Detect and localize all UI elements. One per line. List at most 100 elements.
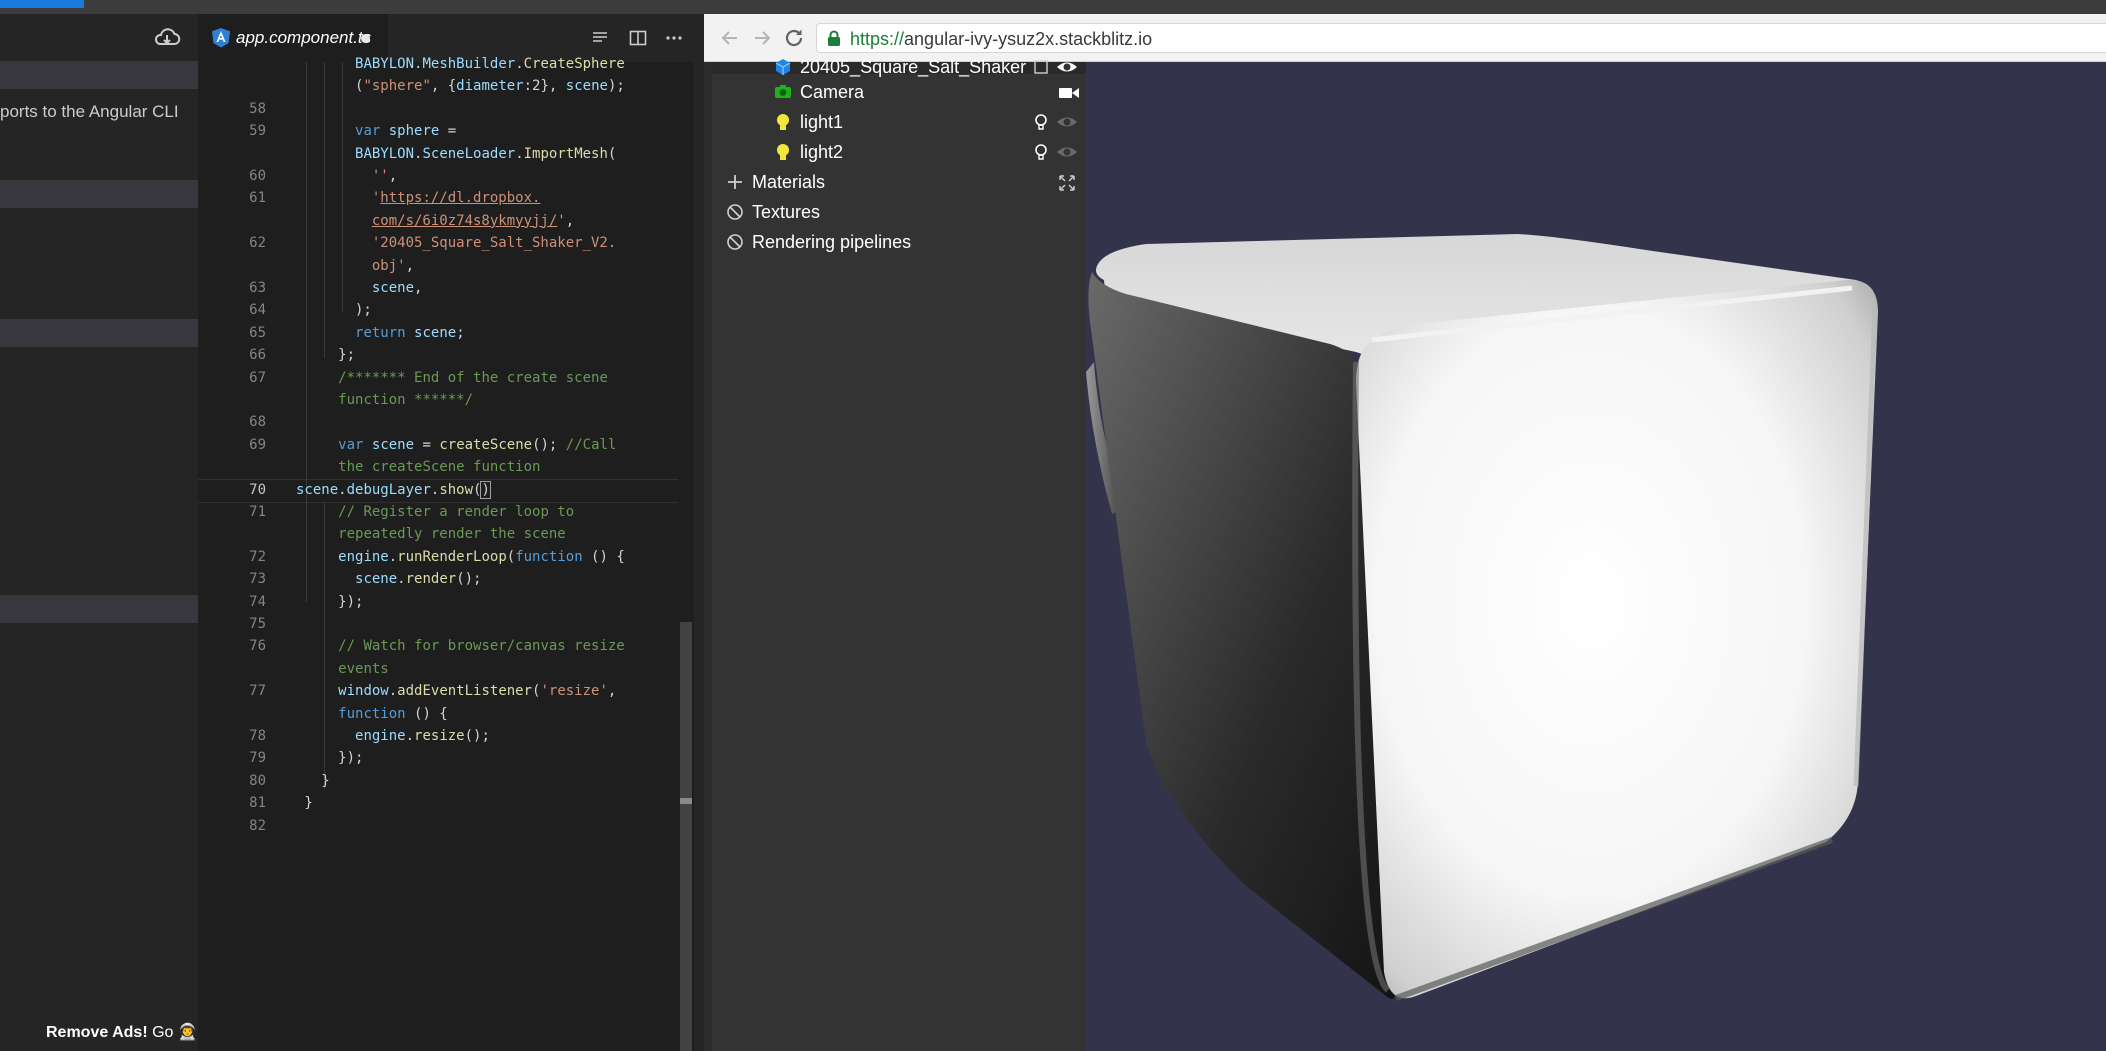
code-line[interactable]: function ******/	[296, 392, 473, 408]
eye-icon[interactable]	[1056, 58, 1078, 76]
code-line[interactable]: the createScene function	[296, 459, 540, 475]
line-number: 78	[249, 728, 266, 744]
scrollbar-thumb[interactable]	[680, 622, 692, 1051]
sidebar-row-highlight[interactable]	[0, 180, 198, 208]
reload-icon[interactable]	[782, 26, 806, 50]
forward-arrow-icon[interactable]	[750, 26, 774, 50]
code-line[interactable]: 'https://dl.dropbox.	[296, 190, 541, 206]
sidebar-row-highlight[interactable]	[0, 595, 198, 623]
sidebar-item-text[interactable]: ports to the Angular CLI	[0, 102, 198, 122]
mesh-icon	[775, 59, 791, 75]
more-actions-icon[interactable]	[664, 28, 684, 48]
tab-app-component[interactable]: app.component.ts	[198, 14, 388, 62]
lock-icon	[828, 30, 840, 46]
url-text: https://angular-ivy-ysuz2x.stackblitz.io	[850, 29, 1152, 50]
code-line[interactable]: );	[296, 302, 372, 318]
light-toggle-icon[interactable]	[1032, 143, 1050, 161]
code-line[interactable]: function () {	[296, 706, 448, 722]
line-number: 68	[249, 414, 266, 431]
code-line[interactable]: window.addEventListener('resize',	[296, 683, 616, 699]
line-number: 62	[249, 235, 266, 252]
bulb-icon	[777, 144, 789, 160]
line-number: 63	[249, 280, 266, 296]
code-line[interactable]: obj',	[296, 258, 414, 274]
editor-tab-bar: app.component.ts	[198, 14, 694, 62]
line-number: 69	[249, 436, 266, 453]
line-number: 65	[249, 324, 266, 341]
format-lines-icon[interactable]	[590, 28, 610, 48]
tree-node-salt-shaker[interactable]: 20405_Square_Salt_Shaker	[800, 57, 1026, 78]
remove-ads-strong: Remove Ads!	[46, 1024, 148, 1041]
render-canvas[interactable]	[1086, 62, 2106, 1051]
code-line[interactable]: var scene = createScene(); //Call	[296, 437, 616, 453]
line-number: 82	[249, 817, 266, 834]
remove-ads-rest: Go 👨‍🚀🚀	[152, 1024, 198, 1041]
sidebar-row-highlight[interactable]	[0, 319, 198, 347]
code-line[interactable]: engine.resize();	[296, 728, 490, 744]
ban-icon[interactable]	[726, 203, 744, 221]
browser-preview: https://angular-ivy-ysuz2x.stackblitz.io…	[704, 14, 2106, 1051]
section-textures[interactable]: Textures	[752, 202, 820, 223]
section-materials[interactable]: Materials	[752, 172, 825, 193]
code-line[interactable]: });	[296, 750, 363, 766]
cloud-download-icon[interactable]	[152, 22, 182, 52]
split-editor-icon[interactable]	[628, 28, 648, 48]
code-line[interactable]: scene.debugLayer.show()	[296, 480, 491, 499]
code-line[interactable]: BABYLON.SceneLoader.ImportMesh(	[296, 146, 616, 162]
eye-dim-icon[interactable]	[1056, 113, 1078, 131]
section-rendering-pipelines[interactable]: Rendering pipelines	[752, 232, 911, 253]
tree-node-light1[interactable]: light1	[800, 112, 843, 133]
code-line[interactable]: // Register a render loop to	[296, 504, 574, 520]
pane-splitter[interactable]	[694, 14, 704, 1051]
code-line[interactable]: engine.runRenderLoop(function () {	[296, 549, 625, 565]
code-line[interactable]: }	[296, 795, 312, 811]
tab-label: app.component.ts	[236, 28, 372, 47]
line-number: 75	[249, 616, 266, 632]
inspector-gutter	[704, 62, 712, 1051]
code-line[interactable]: return scene;	[296, 325, 465, 341]
line-number: 73	[249, 571, 266, 588]
expand-icon[interactable]	[1058, 174, 1076, 192]
screen: { "sidebar": { "visible_text": "ports to…	[0, 0, 2106, 1051]
code-line[interactable]: scene.render();	[296, 571, 481, 587]
editor-scrollbar[interactable]	[678, 62, 694, 1051]
eye-dim-icon[interactable]	[1056, 143, 1078, 161]
code-line[interactable]: '20405_Square_Salt_Shaker_V2.	[296, 235, 616, 251]
line-number: 81	[249, 795, 266, 812]
scene-explorer: 20405_Square_Salt_Shaker Camera light1 l…	[712, 57, 1086, 1051]
video-camera-icon[interactable]	[1058, 84, 1080, 102]
back-arrow-icon[interactable]	[718, 26, 742, 50]
sidebar-row-highlight[interactable]	[0, 61, 198, 89]
code-editor: app.component.ts BABYLON.MeshBuilder.Cre…	[198, 14, 694, 1051]
code-line[interactable]: var sphere =	[296, 123, 456, 139]
code-lines[interactable]: BABYLON.MeshBuilder.CreateSphere ("spher…	[198, 56, 678, 1051]
scrollbar-cursor-marker	[680, 798, 692, 804]
code-line[interactable]: '',	[296, 168, 397, 184]
code-line[interactable]: });	[296, 594, 363, 610]
tree-node-camera[interactable]: Camera	[800, 82, 864, 103]
remove-ads-link[interactable]: Remove Ads! Go 👨‍🚀🚀	[46, 1022, 198, 1042]
unsaved-dot-icon[interactable]	[361, 34, 370, 43]
code-line[interactable]: BABYLON.MeshBuilder.CreateSphere	[296, 56, 625, 72]
code-line[interactable]: com/s/6i0z74s8ykmyyjj/',	[296, 213, 574, 229]
url-scheme: https://	[850, 29, 905, 49]
code-line[interactable]: }	[296, 773, 329, 789]
tree-node-light2[interactable]: light2	[800, 142, 843, 163]
plus-icon[interactable]	[726, 173, 744, 191]
code-line[interactable]: repeatedly render the scene	[296, 526, 566, 542]
ban-icon[interactable]	[726, 233, 744, 251]
code-line[interactable]: ("sphere", {diameter:2}, scene);	[296, 78, 625, 94]
line-number: 67	[249, 369, 266, 386]
address-bar[interactable]: https://angular-ivy-ysuz2x.stackblitz.io	[816, 23, 2106, 53]
light-toggle-icon[interactable]	[1032, 113, 1050, 131]
code-line[interactable]: };	[296, 347, 355, 363]
code-line[interactable]: // Watch for browser/canvas resize	[296, 638, 625, 654]
bounding-box-icon[interactable]	[1032, 58, 1050, 76]
code-line[interactable]: /******* End of the create scene	[296, 370, 608, 386]
sidebar-header	[0, 14, 198, 61]
line-number: 76	[249, 638, 266, 655]
line-number: 77	[249, 683, 266, 700]
camera-icon	[775, 85, 791, 98]
code-line[interactable]: scene,	[296, 280, 423, 296]
code-line[interactable]: events	[296, 661, 389, 677]
